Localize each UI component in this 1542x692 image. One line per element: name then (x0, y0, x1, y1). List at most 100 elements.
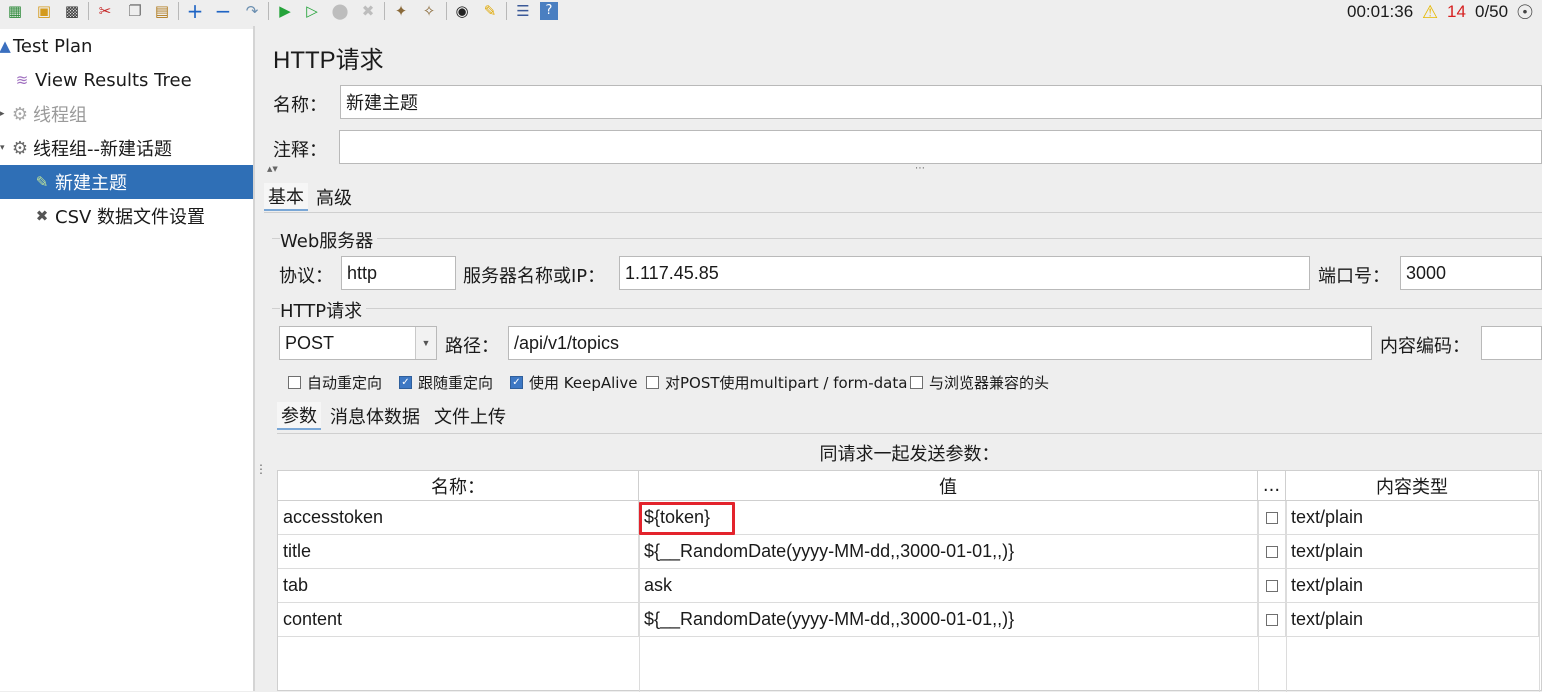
checkbox-box[interactable] (1265, 545, 1278, 558)
tree-item-csv-data-set[interactable]: ✖ CSV 数据文件设置 (0, 199, 253, 233)
tree-item-label: View Results Tree (35, 69, 192, 91)
protocol-input[interactable]: http (341, 256, 456, 290)
highlight-box (639, 502, 735, 535)
chevron-down-icon[interactable]: ▾ (0, 143, 10, 153)
tree-item-thread-group-new-topic[interactable]: ▾ ⚙ 线程组--新建话题 (0, 131, 253, 165)
search-icon[interactable]: ◉ (451, 1, 473, 21)
test-plan-tree: ▲ Test Plan ≋ View Results Tree ▸ ⚙ 线程组 … (0, 29, 253, 691)
tree-item-label: 线程组--新建话题 (33, 139, 172, 160)
table-row-encode[interactable] (1258, 501, 1286, 535)
chevron-right-icon[interactable]: ▸ (0, 109, 10, 119)
table-row-content-type[interactable]: text/plain (1286, 501, 1539, 535)
reset-search-icon[interactable]: ✎ (479, 1, 501, 21)
tab-basic[interactable]: 基本 (264, 183, 308, 211)
checkbox-box[interactable] (288, 376, 301, 389)
encoding-input[interactable] (1481, 326, 1542, 360)
elapsed-timer: 00:01:36 (1347, 2, 1414, 21)
table-row-value[interactable]: ${__RandomDate(yyyy-MM-dd,,3000-01-01,,)… (639, 535, 1258, 569)
table-row-content-type[interactable]: text/plain (1286, 535, 1539, 569)
table-row-name[interactable]: title (278, 535, 639, 569)
port-label: 端口号： (1318, 266, 1390, 287)
start-no-pause-icon[interactable]: ▷ (301, 1, 323, 21)
tree-item-view-results-tree[interactable]: ≋ View Results Tree (0, 63, 253, 97)
remote-icon[interactable]: ☉ (1516, 0, 1534, 24)
drag-dots-icon[interactable]: ⋯ (915, 163, 925, 174)
table-row-encode[interactable] (1258, 603, 1286, 637)
checkbox-box[interactable] (1265, 579, 1278, 592)
parameters-caption: 同请求一起发送参数： (819, 444, 1000, 465)
comment-input[interactable] (339, 130, 1542, 164)
checkbox-box[interactable] (646, 376, 659, 389)
table-row-content-type[interactable]: text/plain (1286, 569, 1539, 603)
http-request-group-title: HTTP请求 (280, 297, 367, 323)
column-header-name[interactable]: 名称： (278, 471, 639, 501)
web-server-group-title: Web服务器 (280, 227, 378, 253)
expand-icon[interactable]: + (184, 1, 206, 21)
table-row-name[interactable]: accesstoken (278, 501, 639, 535)
warning-count[interactable]: 14 (1447, 0, 1466, 24)
stop-icon[interactable]: ⬤ (329, 1, 351, 21)
toolbar: ▦ ▣ ▩ ✂ ❐ ▤ + − ↷ ▶ ▷ ⬤ ✖ ✦ ✧ ◉ ✎ ☰ ? 00… (0, 0, 1542, 24)
toggle-icon[interactable]: ↷ (241, 1, 263, 21)
column-header-encode[interactable]: ... (1258, 471, 1286, 501)
method-select[interactable]: POST ▼ (279, 326, 437, 360)
encoding-label: 内容编码： (1380, 336, 1470, 357)
table-row-value[interactable]: ask (639, 569, 1258, 603)
check-icon[interactable]: ✓ (399, 376, 412, 389)
table-row-value[interactable]: ${__RandomDate(yyyy-MM-dd,,3000-01-01,,)… (639, 603, 1258, 637)
port-input[interactable]: 3000 (1400, 256, 1542, 290)
splitter[interactable] (253, 26, 255, 691)
split-arrows-icon[interactable]: ▲▼ (267, 165, 278, 173)
tab-advanced[interactable]: 高级 (312, 183, 356, 211)
name-input[interactable]: 新建主题 (340, 85, 1542, 119)
column-header-content-type[interactable]: 内容类型 (1286, 471, 1539, 501)
table-row-content-type[interactable]: text/plain (1286, 603, 1539, 637)
copy-icon[interactable]: ❐ (124, 1, 146, 21)
path-input[interactable]: /api/v1/topics (508, 326, 1372, 360)
check-icon[interactable]: ✓ (510, 376, 523, 389)
tree-item-test-plan[interactable]: ▲ Test Plan (0, 29, 253, 63)
pipette-icon: ✎ (35, 173, 49, 191)
tab-body-data[interactable]: 消息体数据 (326, 402, 424, 430)
warning-icon[interactable]: ⚠ (1422, 0, 1438, 24)
start-icon[interactable]: ▶ (274, 1, 296, 21)
paste-icon[interactable]: ▤ (151, 1, 173, 21)
shutdown-icon[interactable]: ✖ (357, 1, 379, 21)
checkbox-box[interactable] (1265, 511, 1278, 524)
checkbox-box[interactable] (910, 376, 923, 389)
checkbox-label: 与浏览器兼容的头 (929, 374, 1050, 392)
clear-all-icon[interactable]: ✧ (418, 1, 440, 21)
collapse-icon[interactable]: − (212, 1, 234, 21)
help-icon[interactable]: ? (540, 2, 558, 20)
tree-item-new-topic[interactable]: ✎ 新建主题 (0, 165, 253, 199)
gear-icon: ⚙ (11, 103, 29, 125)
server-input[interactable]: 1.117.45.85 (619, 256, 1310, 290)
tab-parameters[interactable]: 参数 (277, 402, 321, 430)
follow-redirect-checkbox[interactable]: ✓ 跟随重定向 (399, 372, 493, 393)
open-icon[interactable]: ▣ (33, 1, 55, 21)
clear-icon[interactable]: ✦ (390, 1, 412, 21)
method-value: POST (285, 332, 335, 353)
table-row-encode[interactable] (1258, 569, 1286, 603)
save-icon[interactable]: ▩ (61, 1, 83, 21)
comment-label: 注释： (273, 140, 327, 161)
templates-icon[interactable]: ▦ (4, 1, 26, 21)
split-handle[interactable]: ▲▼ ⋯ (262, 163, 1542, 176)
function-helper-icon[interactable]: ☰ (512, 1, 534, 21)
chevron-down-icon[interactable]: ▼ (415, 327, 436, 359)
column-header-value[interactable]: 值 (639, 471, 1258, 501)
multipart-checkbox[interactable]: 对POST使用multipart / form-data (646, 372, 907, 393)
table-row-encode[interactable] (1258, 535, 1286, 569)
checkbox-box[interactable] (1265, 613, 1278, 626)
tree-item-label: 新建主题 (55, 173, 127, 194)
keepalive-checkbox[interactable]: ✓ 使用 KeepAlive (510, 372, 638, 393)
tab-files-upload[interactable]: 文件上传 (430, 402, 510, 430)
active-threads: 0/50 (1475, 2, 1509, 21)
auto-redirect-checkbox[interactable]: 自动重定向 (288, 372, 382, 393)
cut-icon[interactable]: ✂ (94, 1, 116, 21)
table-row-name[interactable]: tab (278, 569, 639, 603)
http-request-panel: HTTP请求 名称： 新建主题 注释： ▲▼ ⋯ 基本 高级 Web服务器 协议… (262, 26, 1542, 692)
table-row-name[interactable]: content (278, 603, 639, 637)
tree-item-thread-group-disabled[interactable]: ▸ ⚙ 线程组 (0, 97, 253, 131)
browser-headers-checkbox[interactable]: 与浏览器兼容的头 (910, 372, 1049, 393)
